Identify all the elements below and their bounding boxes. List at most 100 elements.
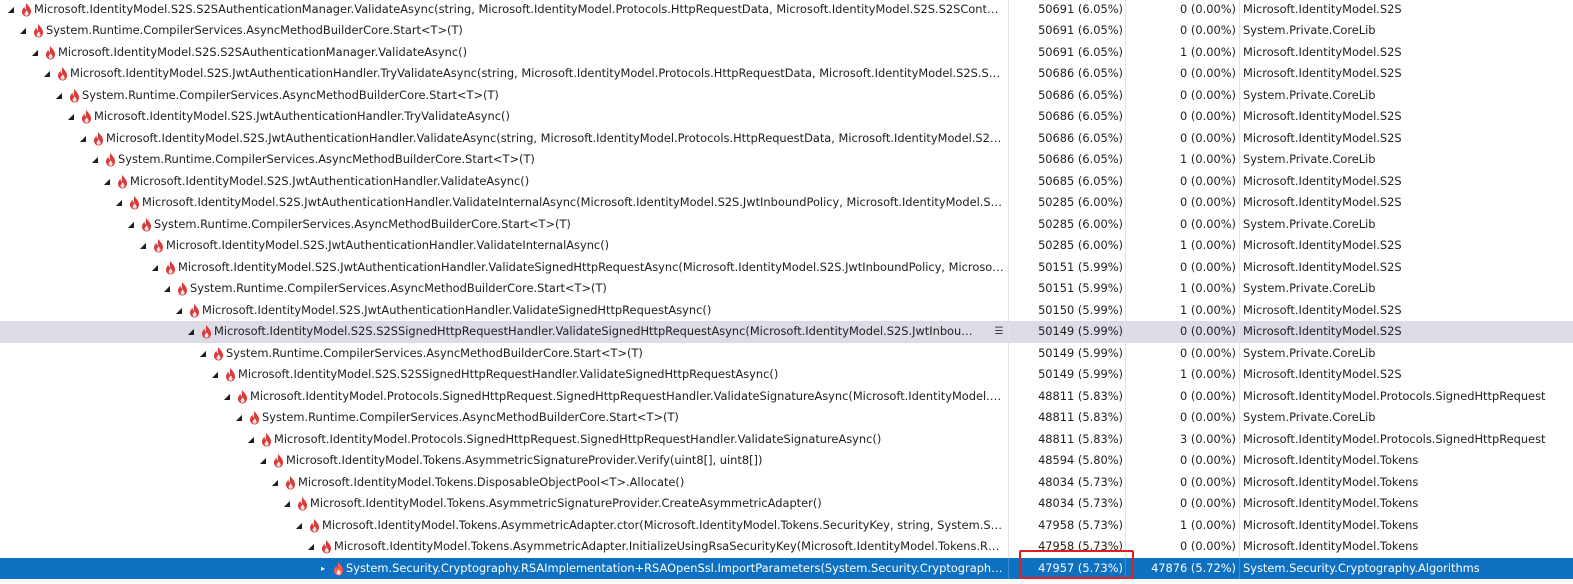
- table-row[interactable]: ◢ Microsoft.IdentityModel.Tokens.Asymmet…: [0, 514, 1573, 537]
- triangle-down-icon[interactable]: ◢: [293, 515, 305, 537]
- triangle-down-icon[interactable]: ◢: [77, 128, 89, 150]
- triangle-right-icon[interactable]: ▸: [317, 558, 329, 580]
- table-row[interactable]: ◢ System.Runtime.CompilerServices.AsyncM…: [0, 84, 1573, 107]
- total-cpu-cell: 47958 (5.73%): [1038, 539, 1123, 553]
- triangle-down-icon[interactable]: ◢: [233, 407, 245, 429]
- table-row[interactable]: ◢ System.Runtime.CompilerServices.AsyncM…: [0, 342, 1573, 365]
- triangle-down-icon[interactable]: ◢: [53, 85, 65, 107]
- triangle-down-icon[interactable]: ◢: [257, 450, 269, 472]
- triangle-down-icon[interactable]: ◢: [197, 343, 209, 365]
- triangle-down-icon[interactable]: ◢: [173, 300, 185, 322]
- column-divider: [1239, 256, 1240, 278]
- table-row[interactable]: ◢ Microsoft.IdentityModel.S2S.JwtAuthent…: [0, 63, 1573, 85]
- function-name-cell: ◢ System.Runtime.CompilerServices.AsyncM…: [0, 214, 1008, 236]
- self-cpu-cell: 1 (0.00%): [1180, 152, 1236, 166]
- column-divider: [1125, 514, 1126, 536]
- triangle-down-icon[interactable]: ◢: [305, 536, 317, 558]
- go-to-source-icon[interactable]: ☰: [993, 321, 1005, 343]
- self-cpu-cell: 0 (0.00%): [1180, 130, 1236, 145]
- column-divider: [1239, 278, 1240, 300]
- table-row[interactable]: ◢ Microsoft.IdentityModel.S2S.JwtAuthent…: [0, 192, 1573, 214]
- column-divider: [1239, 235, 1240, 257]
- table-row[interactable]: ◢ System.Runtime.CompilerServices.AsyncM…: [0, 213, 1573, 236]
- triangle-down-icon[interactable]: ◢: [113, 192, 125, 214]
- self-cpu-cell: 47876 (5.72%): [1151, 560, 1236, 575]
- triangle-down-icon[interactable]: ◢: [209, 364, 221, 386]
- triangle-down-icon[interactable]: ◢: [137, 235, 149, 257]
- table-row[interactable]: ▸ System.Security.Cryptography.RSAImplem…: [0, 557, 1573, 580]
- triangle-down-icon[interactable]: ◢: [101, 171, 113, 193]
- module-cell: Microsoft.IdentityModel.S2S: [1243, 367, 1402, 381]
- total-cpu-cell: 48034 (5.73%): [1038, 496, 1123, 510]
- triangle-down-icon[interactable]: ◢: [221, 386, 233, 408]
- module-cell: Microsoft.IdentityModel.S2S: [1243, 259, 1402, 274]
- triangle-down-icon[interactable]: ◢: [65, 106, 77, 128]
- module-cell: System.Private.CoreLib: [1243, 281, 1376, 295]
- module-cell: Microsoft.IdentityModel.S2S: [1243, 66, 1402, 80]
- triangle-down-icon[interactable]: ◢: [149, 257, 161, 279]
- triangle-down-icon[interactable]: ◢: [125, 214, 137, 236]
- table-row[interactable]: ◢ Microsoft.IdentityModel.S2S.JwtAuthent…: [0, 170, 1573, 193]
- module-cell: Microsoft.IdentityModel.S2S: [1243, 109, 1402, 123]
- triangle-down-icon[interactable]: ◢: [17, 20, 29, 42]
- table-row[interactable]: ◢ Microsoft.IdentityModel.S2S.S2SAuthent…: [0, 0, 1573, 20]
- module-cell: System.Private.CoreLib: [1243, 87, 1376, 102]
- function-name: Microsoft.IdentityModel.Protocols.Signed…: [274, 431, 882, 446]
- table-row[interactable]: ◢ Microsoft.IdentityModel.S2S.S2SAuthent…: [0, 41, 1573, 64]
- flame-icon: [308, 518, 321, 533]
- column-divider: [1125, 106, 1126, 128]
- function-name: Microsoft.IdentityModel.S2S.JwtAuthentic…: [166, 238, 610, 252]
- module-cell: System.Security.Cryptography.Algorithms: [1243, 560, 1480, 575]
- table-row[interactable]: ◢ System.Runtime.CompilerServices.AsyncM…: [0, 278, 1573, 300]
- triangle-down-icon[interactable]: ◢: [161, 278, 173, 300]
- triangle-down-icon[interactable]: ◢: [245, 429, 257, 451]
- column-divider: [1125, 192, 1126, 214]
- self-cpu-cell: 0 (0.00%): [1180, 1, 1236, 16]
- total-cpu-cell: 50149 (5.99%): [1038, 324, 1123, 338]
- function-name: Microsoft.IdentityModel.S2S.JwtAuthentic…: [130, 173, 530, 188]
- table-row[interactable]: ◢ Microsoft.IdentityModel.S2S.JwtAuthent…: [0, 256, 1573, 279]
- flame-icon: [260, 432, 273, 447]
- table-row[interactable]: ◢ Microsoft.IdentityModel.S2S.JwtAuthent…: [0, 299, 1573, 322]
- table-row[interactable]: ◢ Microsoft.IdentityModel.Protocols.Sign…: [0, 385, 1573, 408]
- triangle-down-icon[interactable]: ◢: [89, 149, 101, 171]
- triangle-down-icon[interactable]: ◢: [5, 0, 17, 20]
- function-name-cell: ◢ System.Runtime.CompilerServices.AsyncM…: [0, 343, 1008, 365]
- flame-icon: [32, 23, 45, 38]
- table-row[interactable]: ◢ Microsoft.IdentityModel.S2S.JwtAuthent…: [0, 127, 1573, 150]
- column-divider: [1008, 0, 1009, 20]
- table-row[interactable]: ◢ Microsoft.IdentityModel.Tokens.Disposa…: [0, 471, 1573, 494]
- self-cpu-cell: 0 (0.00%): [1180, 539, 1236, 553]
- table-row[interactable]: ◢ Microsoft.IdentityModel.S2S.S2SSignedH…: [0, 321, 1573, 343]
- module-cell: System.Private.CoreLib: [1243, 216, 1376, 231]
- triangle-down-icon[interactable]: ◢: [185, 321, 197, 343]
- column-divider: [1008, 278, 1009, 300]
- module-cell: System.Private.CoreLib: [1243, 23, 1376, 37]
- triangle-down-icon[interactable]: ◢: [281, 493, 293, 515]
- function-name: System.Runtime.CompilerServices.AsyncMet…: [262, 410, 679, 424]
- table-row[interactable]: ◢ Microsoft.IdentityModel.Tokens.Asymmet…: [0, 493, 1573, 515]
- module-cell: System.Private.CoreLib: [1243, 345, 1376, 360]
- column-divider: [1008, 342, 1009, 364]
- table-row[interactable]: ◢ System.Runtime.CompilerServices.AsyncM…: [0, 149, 1573, 171]
- column-divider: [1008, 213, 1009, 235]
- column-divider: [1239, 41, 1240, 63]
- table-row[interactable]: ◢ Microsoft.IdentityModel.Tokens.Asymmet…: [0, 450, 1573, 472]
- self-cpu-cell: 0 (0.00%): [1180, 324, 1236, 338]
- table-row[interactable]: ◢ Microsoft.IdentityModel.S2S.JwtAuthent…: [0, 235, 1573, 257]
- triangle-down-icon[interactable]: ◢: [269, 472, 281, 494]
- table-row[interactable]: ◢ Microsoft.IdentityModel.S2S.S2SSignedH…: [0, 364, 1573, 386]
- column-divider: [1008, 364, 1009, 386]
- table-row[interactable]: ◢ Microsoft.IdentityModel.Protocols.Sign…: [0, 428, 1573, 451]
- self-cpu-cell: 0 (0.00%): [1180, 195, 1236, 209]
- table-row[interactable]: ◢ System.Runtime.CompilerServices.AsyncM…: [0, 20, 1573, 42]
- triangle-down-icon[interactable]: ◢: [41, 63, 53, 85]
- column-divider: [1008, 170, 1009, 192]
- table-row[interactable]: ◢ Microsoft.IdentityModel.Tokens.Asymmet…: [0, 536, 1573, 558]
- column-divider: [1239, 385, 1240, 407]
- table-row[interactable]: ◢ System.Runtime.CompilerServices.AsyncM…: [0, 407, 1573, 429]
- triangle-down-icon[interactable]: ◢: [29, 42, 41, 64]
- table-row[interactable]: ◢ Microsoft.IdentityModel.S2S.JwtAuthent…: [0, 106, 1573, 128]
- column-divider: [1239, 514, 1240, 536]
- column-divider: [1008, 192, 1009, 214]
